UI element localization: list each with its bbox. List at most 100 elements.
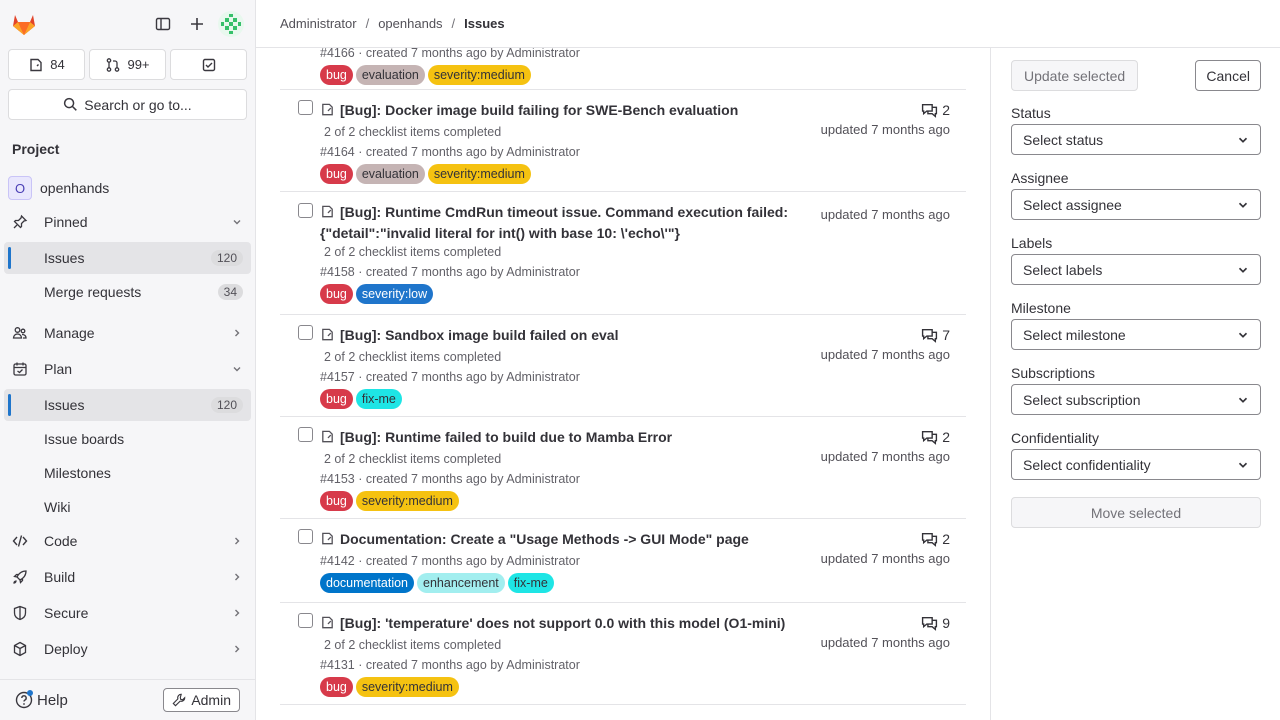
issue-checkbox[interactable] [298, 325, 313, 340]
comments-count[interactable]: 2 [821, 100, 950, 120]
label-badge[interactable]: severity:medium [427, 65, 531, 85]
issue-checkbox[interactable] [298, 529, 313, 544]
milestone-dropdown[interactable]: Select milestone [1011, 319, 1261, 350]
admin-label: Admin [191, 692, 231, 708]
subscriptions-dropdown[interactable]: Select subscription [1011, 384, 1261, 415]
comments-count[interactable]: 7 [821, 325, 950, 345]
label-badge[interactable]: evaluation [355, 164, 425, 184]
label-badge[interactable]: severity:medium [355, 491, 459, 511]
label-badge[interactable]: fix-me [507, 573, 554, 593]
sidebar-item-issue-boards[interactable]: Issue boards [4, 423, 251, 455]
sidebar-item-milestones[interactable]: Milestones [4, 457, 251, 489]
sidebar-item-manage[interactable]: Manage [4, 317, 251, 349]
label-badge[interactable]: documentation [320, 573, 415, 593]
label-badge[interactable]: bug [320, 164, 353, 184]
label-badge[interactable]: fix-me [355, 389, 402, 409]
search-button[interactable]: Search or go to... [8, 89, 247, 120]
labels-dropdown[interactable]: Select labels [1011, 254, 1261, 285]
notification-dot [27, 690, 33, 696]
issue-meta-right: 2 updated 7 months ago [821, 427, 950, 464]
updated-time: updated 7 months ago [820, 347, 950, 362]
sidebar-item-label: Issue boards [44, 431, 125, 447]
create-new-icon[interactable] [183, 10, 211, 38]
issue-checkbox[interactable] [298, 613, 313, 628]
sidebar-item-build[interactable]: Build [4, 561, 251, 593]
issue-meta-right: 2 updated 7 months ago [821, 529, 950, 566]
issue-labels: bug evaluation severity:medium [320, 163, 966, 185]
toggle-sidebar-icon[interactable] [149, 10, 177, 38]
merge-requests-button[interactable]: 99+ [89, 49, 166, 80]
count-badge: 120 [210, 397, 243, 413]
label-badge[interactable]: severity:medium [427, 164, 531, 184]
sidebar-item-label: Pinned [44, 214, 88, 230]
issue-title[interactable]: [Bug]: Runtime failed to build due to Ma… [320, 426, 806, 449]
issue-meta: #4131 · created 7 months ago by Administ… [320, 658, 580, 672]
move-selected-button[interactable]: Move selected [1011, 497, 1261, 528]
gitlab-logo-icon[interactable] [10, 10, 38, 38]
label-badge[interactable]: severity:medium [355, 677, 459, 697]
label-badge[interactable]: bug [320, 677, 353, 697]
pin-icon [12, 214, 28, 230]
planning-icon [12, 361, 28, 377]
subscriptions-label: Subscriptions [1011, 365, 1096, 381]
section-title: Project [12, 141, 60, 157]
issue-labels: bug evaluation severity:medium [320, 64, 966, 86]
todo-button[interactable] [170, 49, 247, 80]
breadcrumb-current[interactable]: Issues [464, 16, 504, 31]
sidebar-item-label: Secure [44, 605, 89, 621]
sidebar-item-label: Issues [44, 397, 85, 413]
breadcrumb-item[interactable]: Administrator [280, 16, 357, 31]
sidebar-item-label: Build [44, 569, 76, 585]
updated-time: updated 7 months ago [820, 207, 950, 222]
issue-labels: bug severity:low [320, 283, 966, 305]
update-selected-button[interactable]: Update selected [1011, 60, 1139, 91]
issue-title[interactable]: [Bug]: Runtime CmdRun timeout issue. Com… [320, 202, 806, 244]
label-badge[interactable]: bug [320, 491, 353, 511]
sidebar-item-issues[interactable]: Issues 120 [4, 389, 251, 421]
updated-time: updated 7 months ago [820, 449, 950, 464]
issue-title[interactable]: [Bug]: Sandbox image build failed on eva… [320, 324, 806, 347]
sidebar-item-code[interactable]: Code [4, 525, 251, 557]
breadcrumb-item[interactable]: openhands [378, 16, 442, 31]
admin-button[interactable]: Admin [163, 688, 240, 712]
deploy-icon [12, 641, 28, 657]
sidebar-project-link[interactable]: O openhands [4, 172, 251, 204]
sidebar-item-pinned-merge-requests[interactable]: Merge requests 34 [4, 276, 251, 308]
sidebar-item-plan[interactable]: Plan [4, 353, 251, 385]
label-badge[interactable]: severity:low [355, 284, 434, 304]
issue-title[interactable]: [Bug]: Docker image build failing for SW… [320, 99, 806, 122]
label-badge[interactable]: bug [320, 389, 353, 409]
sidebar-item-secure[interactable]: Secure [4, 597, 251, 629]
issue-title[interactable]: [Bug]: 'temperature' does not support 0.… [320, 612, 806, 635]
label-badge[interactable]: enhancement [417, 573, 505, 593]
comments-count[interactable]: 2 [821, 529, 950, 549]
sidebar-item-wiki[interactable]: Wiki [4, 491, 251, 523]
search-label: Search or go to... [84, 96, 192, 113]
issue-checkbox[interactable] [298, 100, 313, 115]
confidentiality-dropdown[interactable]: Select confidentiality [1011, 449, 1261, 480]
comments-count[interactable]: 9 [821, 613, 950, 633]
label-badge[interactable]: bug [320, 284, 353, 304]
sidebar-item-deploy[interactable]: Deploy [4, 633, 251, 665]
issue-checkbox[interactable] [298, 203, 313, 218]
issue-checkbox[interactable] [298, 427, 313, 442]
assigned-issues-button[interactable]: 84 [8, 49, 85, 80]
sidebar-item-pinned-issues[interactable]: Issues 120 [4, 242, 251, 274]
issue-labels: bug fix-me [320, 388, 966, 410]
label-badge[interactable]: bug [320, 65, 353, 85]
assignee-dropdown[interactable]: Select assignee [1011, 189, 1261, 220]
user-avatar[interactable] [217, 10, 245, 38]
help-button[interactable]: Help [15, 690, 68, 709]
chevron-down-icon [1236, 458, 1250, 472]
label-badge[interactable]: evaluation [355, 65, 425, 85]
issue-meta-right: 9 updated 7 months ago [821, 613, 950, 650]
count-badge: 120 [210, 250, 243, 266]
milestone-label: Milestone [1011, 300, 1071, 316]
status-dropdown[interactable]: Select status [1011, 124, 1261, 155]
labels-label: Labels [1011, 235, 1053, 251]
issue-title[interactable]: Documentation: Create a "Usage Methods -… [320, 528, 806, 551]
rocket-icon [12, 569, 28, 585]
cancel-button[interactable]: Cancel [1195, 60, 1261, 91]
comments-count[interactable]: 2 [821, 427, 950, 447]
sidebar-item-pinned[interactable]: Pinned [4, 206, 251, 238]
